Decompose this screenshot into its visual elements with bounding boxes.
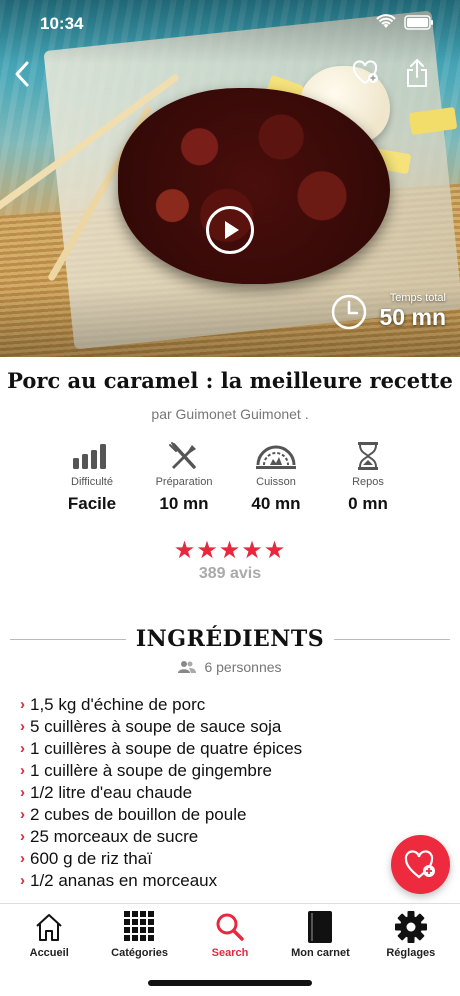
ingredient-item: › 5 cuillères à soupe de sauce soja — [20, 716, 400, 738]
ingredient-item: › 600 g de riz thaï — [20, 848, 400, 870]
chevron-right-icon: › — [20, 872, 25, 889]
ingredient-text: 1 cuillères à soupe de quatre épices — [30, 739, 303, 758]
ingredient-item: › 25 morceaux de sucre — [20, 826, 400, 848]
chevron-left-icon — [15, 61, 29, 87]
ingredient-text: 5 cuillères à soupe de sauce soja — [30, 717, 282, 736]
stat-cooking: Cuisson 40 mn — [230, 440, 322, 514]
section-title: INGRÉDIENTS — [135, 626, 325, 652]
ingredient-item: › 1 cuillère à soupe de gingembre — [20, 760, 400, 782]
servings-label: 6 personnes — [204, 659, 282, 675]
chevron-right-icon: › — [20, 740, 25, 757]
status-time: 10:34 — [40, 14, 84, 33]
recipe-author[interactable]: par Guimonet Guimonet . — [0, 406, 460, 422]
recipe-title: Porc au caramel : la meilleure recette — [7, 368, 453, 393]
add-favorite-button[interactable] — [352, 60, 380, 91]
chevron-right-icon: › — [20, 696, 25, 713]
stat-value: 10 mn — [159, 494, 209, 513]
tab-label: Catégories — [111, 947, 169, 959]
stat-label: Cuisson — [256, 476, 296, 488]
wifi-icon — [376, 14, 396, 28]
people-icon — [178, 661, 197, 673]
home-indicator[interactable] — [148, 980, 312, 986]
ingredients-list: › 1,5 kg d'échine de porc › 5 cuillères à … — [20, 694, 400, 892]
tab-notebook[interactable]: Mon carnet — [275, 908, 365, 959]
stat-label: Repos — [352, 476, 384, 488]
status-bar: 10:34 — [0, 0, 460, 48]
tab-label: Mon carnet — [291, 947, 350, 959]
ingredient-text: 1/2 ananas en morceaux — [30, 871, 218, 890]
tab-label: Search — [211, 947, 249, 959]
ingredient-item: › 1 cuillères à soupe de quatre épices — [20, 738, 400, 760]
chevron-right-icon: › — [20, 828, 25, 845]
reviews-count[interactable]: 389 avis — [0, 565, 460, 583]
clock-icon — [331, 294, 366, 329]
oven-icon — [256, 445, 296, 469]
heart-plus-icon — [352, 60, 378, 85]
ingredient-item: › 1/2 litre d'eau chaude — [20, 782, 400, 804]
ingredients-header: INGRÉDIENTS — [10, 626, 450, 652]
ingredient-text: 1 cuillère à soupe de gingembre — [30, 761, 272, 780]
ingredient-text: 600 g de riz thaï — [30, 849, 152, 868]
chevron-right-icon: › — [20, 806, 25, 823]
tab-label: Accueil — [29, 947, 69, 959]
play-icon — [225, 221, 239, 239]
ingredient-text: 1,5 kg d'échine de porc — [30, 695, 206, 714]
grid-icon — [123, 911, 154, 941]
stat-label: Difficulté — [71, 476, 113, 488]
tab-home[interactable]: Accueil — [4, 908, 94, 959]
stat-label: Préparation — [155, 476, 213, 488]
total-time-label: Temps total — [389, 292, 446, 304]
knife-fork-icon — [169, 442, 196, 469]
stat-value: 0 mn — [348, 494, 388, 513]
back-button[interactable] — [12, 60, 32, 93]
notebook-icon — [308, 911, 333, 943]
tab-search[interactable]: Search — [185, 908, 275, 959]
ingredient-item: › 2 cubes de bouillon de poule — [20, 804, 400, 826]
chevron-right-icon: › — [20, 762, 25, 779]
stat-preparation: Préparation 10 mn — [138, 440, 230, 514]
play-video-button[interactable] — [206, 206, 254, 254]
share-button[interactable] — [405, 58, 429, 93]
tab-settings[interactable]: Réglages — [366, 908, 456, 959]
stat-value: Facile — [67, 494, 117, 513]
total-time-value: 50 mn — [379, 304, 446, 330]
stat-value: 40 mn — [251, 494, 301, 513]
search-icon — [216, 913, 244, 941]
stat-difficulty: Difficulté Facile — [46, 440, 138, 514]
add-to-notebook-fab[interactable] — [391, 835, 450, 894]
battery-icon — [404, 14, 433, 30]
heart-plus-icon — [404, 849, 435, 878]
chevron-right-icon: › — [20, 850, 25, 867]
tab-label: Réglages — [386, 947, 436, 959]
chevron-right-icon: › — [20, 718, 25, 735]
ingredient-text: 1/2 litre d'eau chaude — [30, 783, 193, 802]
rating-stars[interactable]: ★★★★★ — [0, 536, 460, 565]
tab-categories[interactable]: Catégories — [94, 908, 184, 959]
share-icon — [407, 59, 427, 87]
ingredient-item: › 1,5 kg d'échine de porc — [20, 694, 400, 716]
home-icon — [36, 914, 62, 941]
total-time: Temps total 50 mn — [330, 292, 446, 331]
chevron-right-icon: › — [20, 784, 25, 801]
recipe-stats: Difficulté Facile Préparation 10 mn Cuis… — [46, 440, 414, 514]
ingredient-text: 2 cubes de bouillon de poule — [30, 805, 247, 824]
servings[interactable]: 6 personnes — [0, 659, 460, 675]
difficulty-bars-icon — [73, 444, 106, 469]
ingredient-text: 25 morceaux de sucre — [30, 827, 199, 846]
ingredient-item: › 1/2 ananas en morceaux — [20, 870, 400, 892]
hourglass-icon — [358, 442, 378, 470]
stat-rest: Repos 0 mn — [322, 440, 414, 514]
gear-icon — [394, 911, 427, 943]
